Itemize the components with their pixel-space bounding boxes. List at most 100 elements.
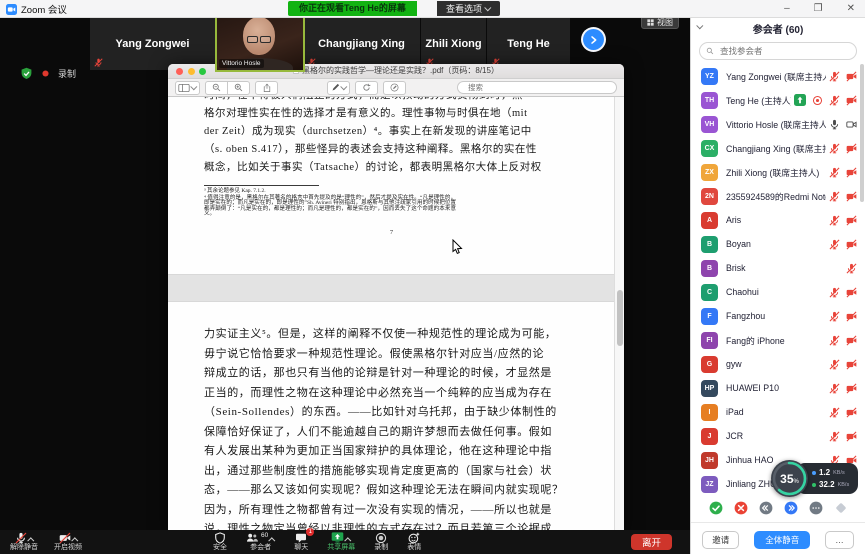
video-tile-yang-zongwei[interactable]: Yang Zongwei [90, 18, 215, 70]
zoom-window-icon[interactable] [199, 68, 206, 75]
encryption-shield-icon [20, 67, 33, 80]
no-cross-icon[interactable] [734, 501, 748, 515]
participant-row[interactable]: JJCR [691, 424, 865, 448]
zoom-out-button[interactable] [205, 81, 228, 95]
close-window-icon[interactable] [176, 68, 183, 75]
maximize-button[interactable]: ❐ [814, 4, 823, 14]
toolbar-item-shield[interactable]: 安全 [213, 530, 227, 554]
participant-row[interactable]: VH Vittorio Hosle (联席主持人) [691, 112, 865, 136]
chevron-up-icon[interactable] [344, 537, 351, 544]
video-tile-zhili-xiong[interactable]: Zhili Xiong [421, 18, 486, 70]
toolbar-item-record[interactable]: 录制 [374, 530, 388, 554]
participant-row[interactable]: BBrisk [691, 256, 865, 280]
mute-all-button[interactable]: 全体静音 [754, 531, 810, 549]
participant-row[interactable]: CChaohui [691, 280, 865, 304]
more-options-button[interactable]: … [825, 531, 854, 549]
participant-row[interactable]: Ggyw [691, 352, 865, 376]
toolbar-item-mic-off-w[interactable]: 解除静音 [10, 530, 38, 554]
participant-status-icons [829, 191, 857, 202]
mic-off-icon [829, 71, 840, 82]
participant-row[interactable]: FFangzhou [691, 304, 865, 328]
sidebar-panel-icon [178, 84, 190, 92]
invite-button[interactable]: 邀请 [702, 531, 739, 549]
toolbar-item-label: 表情 [407, 544, 421, 552]
video-tile-changjiang-xing[interactable]: Changjiang Xing [303, 18, 420, 70]
participant-row[interactable]: THTeng He (主持人) [691, 88, 865, 112]
hand-icon[interactable] [834, 501, 848, 515]
pdf-search-field[interactable] [457, 81, 617, 94]
participant-name: iPad [726, 407, 826, 417]
participant-row[interactable]: 2N2355924589的Redmi Note 7 Pro [691, 184, 865, 208]
pdf-page-8: 力实证主义⁵。但是，这样的阐释不仅使一种规范性的理论成为可能，毋宁说它恰恰要求一… [168, 301, 615, 530]
pdf-page-7: 时间，任不得被人们阻止的方式，而是以预动的方式贯彻到时，黑格尔对理性实在性的选择… [168, 97, 615, 275]
toolbar-item-label: 安全 [213, 544, 227, 552]
pdf-text-line: 保障恰好保证了，人们不能逾越自己的期许梦想而去做任何事。假如 [204, 423, 597, 443]
cam-off-icon [846, 143, 857, 154]
toolbar-left-group: 解除静音开启视频 [10, 530, 82, 554]
pdf-content-area[interactable]: 时间，任不得被人们阻止的方式，而是以预动的方式贯彻到时，黑格尔对理性实在性的选择… [168, 97, 624, 530]
next-participants-button[interactable] [583, 29, 604, 50]
participant-row[interactable]: ZXZhili Xiong (联席主持人) [691, 160, 865, 184]
pdf-search-input[interactable] [466, 82, 611, 93]
toolbar-item-participants[interactable]: 60参会者 [246, 530, 275, 554]
participant-row[interactable]: HPHUAWEI P10 [691, 376, 865, 400]
search-icon [706, 47, 714, 55]
participant-tile-name: Changjiang Xing [318, 38, 405, 50]
rotate-icon [362, 83, 371, 92]
participant-row[interactable]: YZYang Zongwei (联席主持人, 我) [691, 64, 865, 88]
rotate-button[interactable] [355, 81, 378, 95]
pdf-text-line: 因为，所有理性之物都曾有过一次没有实现的情况，——所以也就是 [204, 501, 597, 521]
view-options-label: 查看选项 [446, 2, 482, 15]
participant-avatar: B [701, 236, 718, 253]
pdf-text-line: 说，理性之物定当曾经以非理性的方式存在过？而且若第三个论据成 [204, 520, 597, 530]
sidebar-toggle-button[interactable] [175, 81, 200, 95]
slower-icon[interactable] [759, 501, 773, 515]
minimize-button[interactable]: – [784, 4, 790, 14]
participant-tile-name: Zhili Xiong [425, 38, 481, 50]
participant-row[interactable]: BBoyan [691, 232, 865, 256]
close-button[interactable]: ✕ [847, 4, 855, 14]
pdf-text-line: der Zeit）成为现实（durchsetzen）⁴。事实上在新发现的讲座笔记… [204, 123, 597, 141]
chevron-up-icon[interactable] [71, 537, 78, 544]
participant-row[interactable]: CXChangjiang Xing (联席主持人) [691, 136, 865, 160]
cam-off-icon [846, 167, 857, 178]
pdf-text-line: （Sein-Sollendes）的东西。——比如针对乌托邦，由于缺少体制性的 [204, 403, 597, 423]
participant-row[interactable]: IiPad [691, 400, 865, 424]
markup-button[interactable] [383, 81, 406, 95]
pdf-scrollbar-thumb[interactable] [617, 290, 623, 346]
share-document-button[interactable] [255, 81, 278, 95]
view-options-button[interactable]: 查看选项 [437, 1, 500, 16]
participant-name: Aris [726, 215, 826, 225]
participant-name: Vittorio Hosle (联席主持人) [726, 118, 826, 131]
annotate-pen-button[interactable] [327, 81, 350, 95]
participant-search-input[interactable] [718, 45, 850, 57]
toolbar-item-chat[interactable]: 1聊天 [294, 530, 308, 554]
participant-list-scrollbar[interactable] [860, 64, 864, 202]
more-dots-icon[interactable] [809, 501, 823, 515]
toolbar-item-cam-off-w[interactable]: 开启视频 [54, 530, 82, 554]
faster-icon[interactable] [784, 501, 798, 515]
participant-name: Chaohui [726, 287, 826, 297]
minimize-window-icon[interactable] [188, 68, 195, 75]
participant-row[interactable]: A Aris [691, 208, 865, 232]
toolbar-item-reactions[interactable]: 表情 [407, 530, 421, 554]
mic-off-icon [829, 215, 840, 226]
chevron-up-icon[interactable] [27, 537, 34, 544]
leave-meeting-button[interactable]: 离开 [631, 534, 672, 550]
participant-row[interactable]: FIFang的 iPhone [691, 328, 865, 352]
video-tile-teng-he[interactable]: Teng He [487, 18, 570, 70]
cam-off-w-icon [59, 532, 78, 544]
participants-icon: 60 [246, 532, 275, 544]
chevron-up-icon[interactable] [268, 537, 275, 544]
pdf-text-line: 概念，比如关于事实（Tatsache）的讨论，都表明黑格尔大体上反对权 [204, 159, 597, 177]
participant-avatar: A [701, 212, 718, 229]
participant-name: Changjiang Xing (联席主持人) [726, 142, 826, 155]
participant-search-field[interactable] [699, 42, 857, 60]
zoom-in-button[interactable] [228, 81, 250, 95]
participant-avatar: VH [701, 116, 718, 133]
video-tile-vittorio-hosle[interactable]: Vittorio Hosle [215, 10, 305, 72]
pdf-scrollbar-track[interactable] [614, 97, 624, 530]
mic-off-icon [829, 431, 840, 442]
yes-check-icon[interactable] [709, 501, 723, 515]
toolbar-item-share-screen[interactable]: 共享屏幕 [327, 530, 355, 554]
